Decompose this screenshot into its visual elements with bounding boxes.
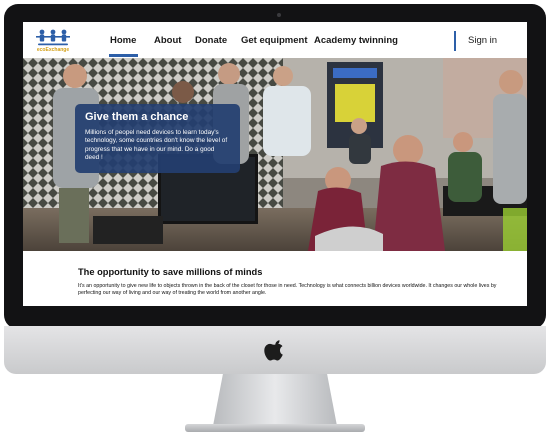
hero-body: Millions of peopel need devices to learn…	[85, 129, 228, 162]
intro-section: The opportunity to save millions of mind…	[23, 251, 527, 306]
sign-in-link[interactable]: Sign in	[468, 35, 497, 46]
website-screen: ecoExchange Home About Donate Get equipm…	[23, 22, 527, 306]
nav-academy-twinning[interactable]: Academy twinning	[314, 35, 398, 46]
logo-text: ecoExchange	[36, 47, 70, 53]
hero-section: Give them a chance Millions of peopel ne…	[23, 58, 527, 251]
monitor-stand-neck	[213, 374, 337, 426]
people-chain-logo-icon	[36, 29, 70, 46]
navbar: ecoExchange Home About Donate Get equipm…	[23, 22, 527, 58]
nav-home[interactable]: Home	[110, 35, 136, 46]
nav-donate[interactable]: Donate	[195, 35, 227, 46]
hero-callout: Give them a chance Millions of peopel ne…	[75, 104, 240, 173]
camera-icon	[277, 13, 281, 17]
nav-divider	[454, 31, 456, 51]
nav-about[interactable]: About	[154, 35, 181, 46]
nav-get-equipment[interactable]: Get equipment	[241, 35, 308, 46]
apple-logo-icon	[264, 340, 283, 361]
site-logo[interactable]: ecoExchange	[33, 28, 73, 54]
imac-mockup: ecoExchange Home About Donate Get equipm…	[0, 0, 550, 439]
active-nav-indicator	[109, 54, 138, 57]
section-title: The opportunity to save millions of mind…	[78, 267, 263, 277]
section-body: It's an opportunity to give new life to …	[78, 283, 497, 297]
monitor-stand-base	[185, 424, 365, 432]
hero-title: Give them a chance	[85, 111, 189, 123]
